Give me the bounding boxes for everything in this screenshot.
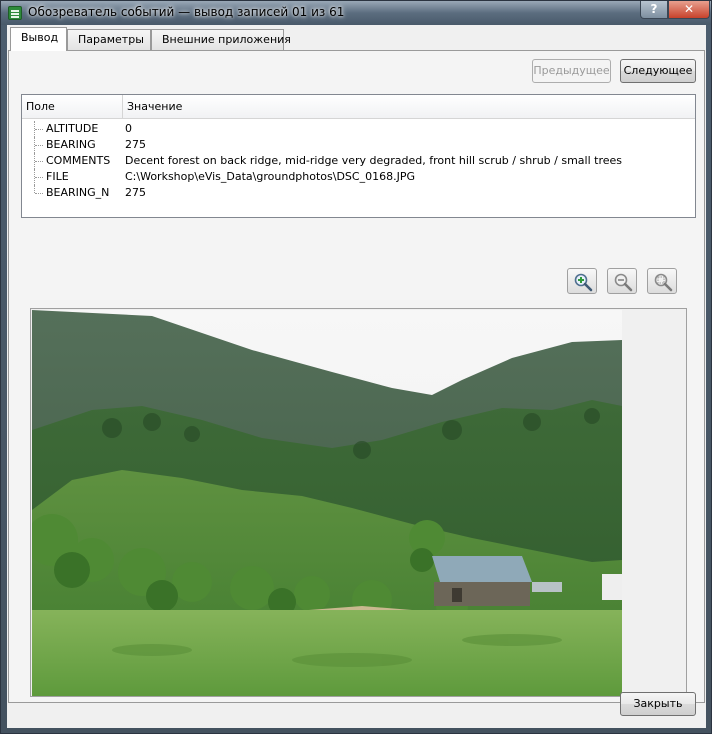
table-row[interactable]: COMMENTS Decent forest on back ridge, mi… (22, 153, 695, 169)
window-title: Обозреватель событий — вывод записей 01 … (28, 5, 345, 19)
zoom-out-icon (614, 273, 633, 292)
previous-button[interactable]: Предыдущее (532, 59, 611, 83)
table-row[interactable]: BEARING 275 (22, 137, 695, 153)
field-value: Decent forest on back ridge, mid-ridge v… (125, 154, 623, 167)
tree-branch (35, 145, 43, 146)
landscape-photo (32, 310, 622, 696)
image-viewer[interactable] (30, 308, 687, 697)
table-row[interactable]: ALTITUDE 0 (22, 121, 695, 137)
zoom-full-button[interactable] (647, 268, 677, 294)
tab-external-apps[interactable]: Внешние приложения (151, 29, 291, 50)
field-value: 275 (125, 138, 146, 151)
tree-branch (35, 177, 43, 178)
field-name: ALTITUDE (46, 122, 99, 135)
field-name: BEARING_N (46, 186, 110, 199)
dialog-client-area: Вывод Параметры Внешние приложения Преды… (7, 25, 706, 728)
field-value: 275 (125, 186, 146, 199)
zoom-in-icon (574, 273, 593, 292)
event-photo (32, 310, 622, 696)
tree-connector (34, 185, 35, 193)
tree-branch (35, 161, 43, 162)
event-browser-window: Обозреватель событий — вывод записей 01 … (0, 0, 712, 734)
app-icon (8, 6, 22, 20)
column-header-value[interactable]: Значение (123, 95, 694, 118)
field-name: BEARING (46, 138, 96, 151)
close-button[interactable]: Закрыть (620, 692, 696, 716)
zoom-out-button[interactable] (607, 268, 637, 294)
attribute-table[interactable]: Поле Значение ALTITUDE 0 BEARING 275 COM… (21, 94, 696, 218)
output-tab-panel: Предыдущее Следующее Поле Значение ALTIT… (8, 50, 705, 703)
table-header: Поле Значение (22, 95, 695, 119)
tree-branch (35, 129, 43, 130)
tab-parameters[interactable]: Параметры (67, 29, 151, 50)
table-row[interactable]: BEARING_N 275 (22, 185, 695, 201)
help-button[interactable]: ? (640, 1, 668, 19)
tree-branch (35, 193, 43, 194)
close-window-button[interactable]: ✕ (668, 1, 710, 19)
next-button[interactable]: Следующее (620, 59, 696, 83)
zoom-in-button[interactable] (567, 268, 597, 294)
field-name: COMMENTS (46, 154, 111, 167)
title-bar[interactable]: Обозреватель событий — вывод записей 01 … (1, 1, 711, 25)
zoom-full-icon (654, 273, 673, 292)
column-header-field[interactable]: Поле (22, 95, 123, 118)
table-row[interactable]: FILE C:\Workshop\eVis_Data\groundphotos\… (22, 169, 695, 185)
field-value: 0 (125, 122, 132, 135)
field-name: FILE (46, 170, 69, 183)
tab-output[interactable]: Вывод (10, 27, 67, 51)
field-value: C:\Workshop\eVis_Data\groundphotos\DSC_0… (125, 170, 415, 183)
